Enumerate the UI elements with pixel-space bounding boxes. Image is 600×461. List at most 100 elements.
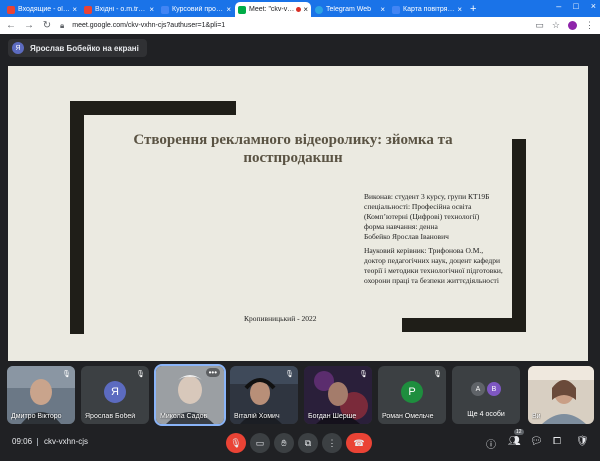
tab-inbox-tryfon[interactable]: Вхідні - o.m.tryfon × bbox=[81, 2, 157, 17]
chat-icon[interactable]: 💬︎ bbox=[530, 436, 543, 447]
camera-icon[interactable]: ▭ bbox=[535, 20, 544, 31]
supervisor-line: охорони праці та безпеки життєдіяльності bbox=[364, 276, 499, 285]
mic-off-icon: 🎙︎ bbox=[433, 371, 442, 378]
minimize-icon[interactable]: – bbox=[556, 1, 561, 11]
tab-label: Входящие - olmar bbox=[18, 6, 71, 13]
telegram-icon bbox=[315, 5, 323, 14]
meeting-code: ckv-vxhn-cjs bbox=[44, 437, 89, 446]
tab-label: Вхідні - o.m.tryfon bbox=[95, 6, 148, 13]
participant-tile[interactable]: Р 🎙︎ Роман Омельче bbox=[378, 366, 446, 424]
supervisor-block: Науковий керівник: Трифонова О.М., докто… bbox=[364, 246, 503, 286]
participants-count-badge: 12 bbox=[514, 429, 524, 435]
browser-tab-strip: Входящие - olmar × Вхідні - o.m.tryfon ×… bbox=[0, 0, 600, 17]
more-options-icon[interactable]: ••• bbox=[205, 368, 220, 377]
participant-filmstrip: 🎙︎ Дмитро Вікторо Я 🎙︎ Ярослав Бобей •••… bbox=[0, 364, 600, 426]
participant-tile[interactable]: 🎙︎ Дмитро Вікторо bbox=[7, 366, 75, 424]
close-icon[interactable]: × bbox=[303, 5, 308, 14]
hand-icon: ✋︎ bbox=[281, 437, 287, 448]
author-line: (Комп’ютерні (Цифрові) технології) bbox=[364, 212, 480, 221]
close-icon[interactable]: × bbox=[149, 5, 154, 14]
window-controls: – □ × bbox=[556, 1, 596, 11]
present-screen-button[interactable]: ⧉ bbox=[298, 433, 318, 453]
tab-label: Telegram Web bbox=[326, 6, 372, 13]
raise-hand-button[interactable]: ✋︎ bbox=[274, 433, 294, 453]
people-icon[interactable]: 👥︎ bbox=[508, 436, 521, 447]
author-line: форма навчання: денна bbox=[364, 222, 438, 231]
supervisor-line: доктор педагогічних наук, доцент кафедри bbox=[364, 256, 500, 265]
presenter-avatar: Я bbox=[12, 42, 24, 54]
participant-tile[interactable]: 🎙︎ Віталій Хомич bbox=[230, 366, 298, 424]
menu-dots-icon[interactable]: ⋮ bbox=[585, 20, 594, 31]
map-icon bbox=[392, 5, 400, 14]
close-icon[interactable]: × bbox=[457, 5, 462, 14]
end-call-icon: ☎︎ bbox=[353, 437, 365, 448]
forward-icon[interactable]: → bbox=[24, 20, 34, 31]
back-icon[interactable]: ← bbox=[6, 20, 16, 31]
slide-top-bar bbox=[70, 101, 236, 115]
presenter-label: Ярослав Бобейко на екрані bbox=[30, 43, 139, 53]
new-tab-button[interactable]: + bbox=[470, 2, 476, 17]
tab-course-project[interactable]: Курсовий проект × bbox=[158, 2, 234, 17]
participant-avatar: А bbox=[471, 382, 485, 396]
participant-name: Роман Омельче bbox=[382, 413, 434, 420]
more-options-button[interactable]: ⋮ bbox=[322, 433, 342, 453]
profile-avatar[interactable] bbox=[568, 21, 577, 30]
bookmark-star-icon[interactable]: ☆ bbox=[552, 20, 560, 31]
participant-avatar: Р bbox=[401, 381, 423, 403]
more-avatars: А В bbox=[471, 382, 501, 396]
close-icon[interactable]: × bbox=[226, 5, 231, 14]
close-icon[interactable]: × bbox=[72, 5, 77, 14]
divider bbox=[37, 438, 38, 446]
mic-off-icon: 🎙︎ bbox=[230, 437, 242, 448]
camera-toggle-button[interactable]: ▭ bbox=[250, 433, 270, 453]
participant-tile[interactable]: Я 🎙︎ Ярослав Бобей bbox=[81, 366, 149, 424]
more-participants-tile[interactable]: А В Ще 4 особи bbox=[452, 366, 520, 424]
activities-icon[interactable]: ⧠ bbox=[553, 436, 561, 447]
close-icon[interactable]: × bbox=[380, 5, 385, 14]
docs-icon bbox=[161, 5, 169, 14]
host-controls-icon[interactable]: 🛡︎ bbox=[576, 436, 589, 447]
browser-actions: ▭ ☆ ⋮ bbox=[535, 20, 594, 31]
participant-avatar: Я bbox=[104, 381, 126, 403]
gmail-icon bbox=[7, 5, 15, 14]
video-camera-icon: ▭ bbox=[255, 437, 265, 448]
tab-label: Курсовий проект bbox=[172, 6, 225, 13]
gmail-icon bbox=[84, 5, 92, 14]
meeting-controls: 09:06 ckv-vxhn-cjs 🎙︎ ▭ ✋︎ ⧉ ⋮ ☎︎ ⓘ 👥︎ 1… bbox=[0, 427, 600, 461]
more-vert-icon: ⋮ bbox=[327, 437, 337, 448]
mic-off-icon: 🎙︎ bbox=[285, 371, 294, 378]
presenter-bar: Я Ярослав Бобейко на екрані bbox=[0, 34, 600, 62]
maximize-icon[interactable]: □ bbox=[573, 1, 578, 11]
reload-icon[interactable]: ↻ bbox=[42, 20, 52, 31]
close-window-icon[interactable]: × bbox=[591, 1, 596, 11]
participant-name: Ви bbox=[532, 413, 541, 420]
shared-screen-slide: Створення рекламного відеоролику: зйомка… bbox=[8, 66, 588, 361]
meet-icon bbox=[238, 5, 246, 14]
slide-title: Створення рекламного відеоролику: зйомка… bbox=[133, 132, 453, 166]
participant-name: Віталій Хомич bbox=[234, 413, 280, 420]
microphone-toggle-button[interactable]: 🎙︎ bbox=[226, 433, 246, 453]
author-line: спеціальності: Професійна освіта bbox=[364, 202, 472, 211]
url-field[interactable]: meet.google.com/ckv-vxhn-cjs?authuser=1&… bbox=[72, 22, 527, 29]
slide-bottom-bar bbox=[402, 318, 526, 332]
mic-off-icon: 🎙︎ bbox=[359, 371, 368, 378]
participant-tile[interactable]: ••• Микола Садов bbox=[154, 364, 226, 426]
self-tile[interactable]: Ви bbox=[528, 366, 594, 424]
leave-call-button[interactable]: ☎︎ bbox=[346, 433, 372, 453]
city-year: Кропивницький - 2022 bbox=[244, 314, 317, 323]
participant-tile[interactable]: 🎙︎ Богдан Шерше bbox=[304, 366, 372, 424]
tab-inbox-olmar[interactable]: Входящие - olmar × bbox=[4, 2, 80, 17]
tab-telegram[interactable]: Telegram Web × bbox=[312, 2, 388, 17]
supervisor-line: Науковий керівник: Трифонова О.М., bbox=[364, 246, 484, 255]
lock-icon[interactable]: 🔒︎ bbox=[60, 21, 64, 31]
supervisor-line: теорії і методики технологічної підготов… bbox=[364, 266, 503, 275]
meeting-info-icon[interactable]: ⓘ bbox=[486, 436, 496, 451]
presenter-chip: Я Ярослав Бобейко на екрані bbox=[8, 39, 147, 57]
tab-air-map[interactable]: Карта повітряних × bbox=[389, 2, 465, 17]
tab-label: Meet: "ckv-vxh bbox=[249, 6, 295, 13]
participant-name: Богдан Шерше bbox=[308, 413, 357, 420]
participant-name: Дмитро Вікторо bbox=[11, 413, 62, 420]
clock: 09:06 bbox=[12, 437, 33, 446]
author-line: Бобейко Ярослав Іванович bbox=[364, 232, 449, 241]
tab-meet[interactable]: Meet: "ckv-vxh × bbox=[235, 2, 311, 17]
